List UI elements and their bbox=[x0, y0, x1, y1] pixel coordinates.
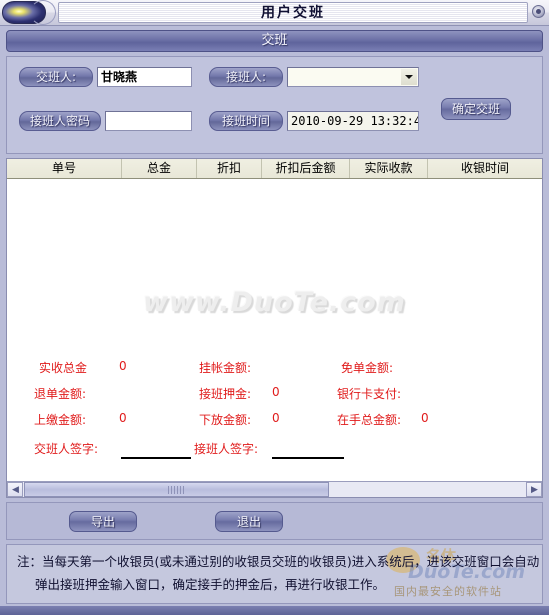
titlebar-inner-panel: 用户交班 bbox=[58, 2, 528, 23]
export-button[interactable]: 导出 bbox=[69, 511, 137, 532]
user-shift-handover-window: 用户交班 交班 交班人: 甘晓燕 接班人: 确定交班 接班人密码 接班时间 20… bbox=[0, 0, 549, 615]
footer-note: 名体 DuoTe.com 国内最安全的软件站 注：当每天第一个收银员(或未通过别… bbox=[6, 544, 543, 604]
summary-value-6: 0 bbox=[119, 411, 127, 425]
grid-col-order-no[interactable]: 单号 bbox=[7, 159, 122, 178]
handover-person-label: 交班人: bbox=[19, 67, 93, 87]
grid-watermark: www.DuoTe.com bbox=[143, 287, 406, 318]
brand-watermark-tagline: 国内最安全的软件站 bbox=[394, 585, 502, 598]
grid-col-cashier-time[interactable]: 收银时间 bbox=[428, 159, 542, 178]
handover-records-grid: 单号 总金 折扣 折扣后金额 实际收款 收银时间 www.DuoTe.com 实… bbox=[6, 158, 543, 498]
grid-horizontal-scrollbar[interactable]: ◀ ▶ bbox=[7, 481, 542, 497]
chevron-left-icon[interactable]: ◀ bbox=[7, 482, 23, 497]
exit-button[interactable]: 退出 bbox=[215, 511, 283, 532]
orb-arc-decoration bbox=[30, 0, 56, 25]
summary-value-8: 0 bbox=[421, 411, 429, 425]
summary-label-1: 挂帐金额: bbox=[199, 361, 252, 375]
page-title: 用户交班 bbox=[261, 5, 325, 21]
takeover-signature-label: 接班人签字: bbox=[194, 442, 259, 456]
grid-col-total[interactable]: 总金 bbox=[122, 159, 197, 178]
summary-value-7: 0 bbox=[272, 411, 280, 425]
grid-header-row: 单号 总金 折扣 折扣后金额 实际收款 收银时间 bbox=[7, 159, 542, 179]
summary-label-0: 实收总金 bbox=[39, 361, 88, 375]
takeover-password-label: 接班人密码 bbox=[19, 111, 101, 131]
summary-label-8: 在手总金额: bbox=[337, 413, 402, 427]
summary-label-6: 上缴金额: bbox=[34, 413, 87, 427]
takeover-time-input[interactable]: 2010-09-29 13:32:47 bbox=[287, 111, 419, 131]
summary-label-4: 接班押金: bbox=[199, 387, 252, 401]
grid-col-discount[interactable]: 折扣 bbox=[197, 159, 262, 178]
action-button-bar: 导出 退出 bbox=[6, 502, 543, 540]
handover-form-panel: 交班人: 甘晓燕 接班人: 确定交班 接班人密码 接班时间 2010-09-29… bbox=[6, 56, 543, 154]
handover-signature-label: 交班人签字: bbox=[34, 442, 99, 456]
takeover-password-input[interactable] bbox=[105, 111, 192, 131]
handover-signature-line[interactable] bbox=[121, 457, 191, 459]
chevron-right-icon[interactable]: ▶ bbox=[526, 482, 542, 497]
grid-col-actual-paid[interactable]: 实际收款 bbox=[350, 159, 428, 178]
takeover-person-select[interactable] bbox=[287, 67, 419, 87]
summary-label-2: 免单金额: bbox=[341, 361, 394, 375]
takeover-time-label: 接班时间 bbox=[209, 111, 283, 131]
summary-label-3: 退单金额: bbox=[34, 387, 87, 401]
summary-value-4: 0 bbox=[272, 385, 280, 399]
chevron-down-icon[interactable] bbox=[401, 69, 417, 85]
window-titlebar: 用户交班 bbox=[0, 0, 549, 26]
grid-col-after-discount[interactable]: 折扣后金额 bbox=[262, 159, 350, 178]
note-line-2: 弹出接班押金输入窗口，确定接手的押金后，再进行收银工作。 bbox=[35, 577, 386, 592]
window-footer-strip bbox=[0, 606, 549, 615]
takeover-signature-line[interactable] bbox=[272, 457, 344, 459]
summary-label-7: 下放金额: bbox=[199, 413, 252, 427]
summary-label-5: 银行卡支付: bbox=[337, 387, 402, 401]
scrollbar-grip bbox=[167, 486, 186, 494]
confirm-handover-button[interactable]: 确定交班 bbox=[441, 98, 511, 120]
scrollbar-thumb[interactable] bbox=[24, 482, 329, 497]
takeover-person-label: 接班人: bbox=[209, 67, 283, 87]
note-line-1: 注：当每天第一个收银员(或未通过别的收银员交班的收银员)进入系统后，进该交班窗口… bbox=[17, 554, 540, 569]
summary-value-0: 0 bbox=[119, 359, 127, 373]
section-header-label: 交班 bbox=[261, 33, 288, 48]
handover-person-input[interactable]: 甘晓燕 bbox=[97, 67, 192, 87]
section-header-handover: 交班 bbox=[6, 30, 543, 52]
system-menu-icon[interactable] bbox=[532, 5, 545, 18]
